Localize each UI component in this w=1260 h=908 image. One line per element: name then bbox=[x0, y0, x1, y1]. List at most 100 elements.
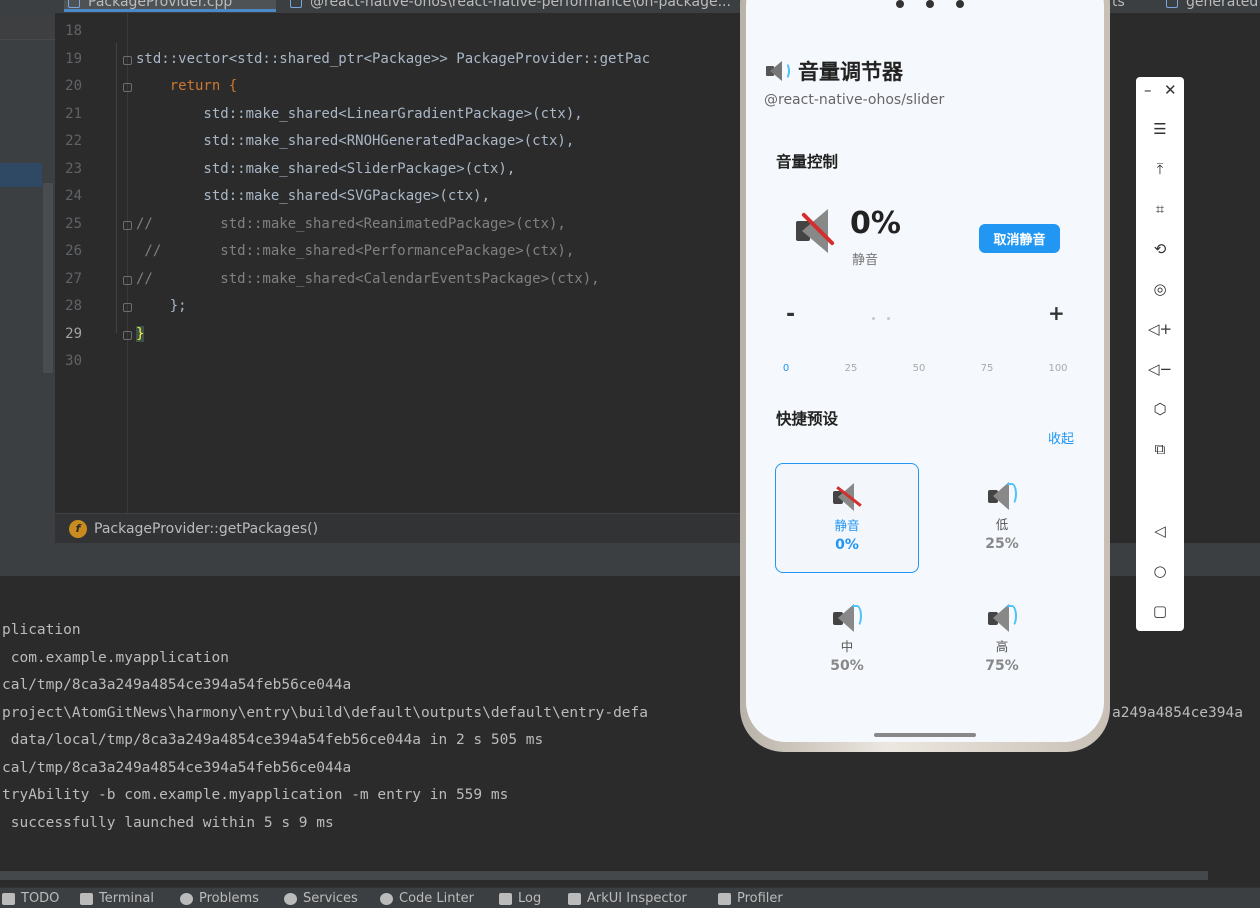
recents-icon[interactable]: ▢ bbox=[1150, 601, 1170, 621]
rotate-icon[interactable]: ⟲ bbox=[1150, 239, 1170, 259]
minimize-icon[interactable]: – bbox=[1144, 81, 1152, 99]
line-gutter: 18 19 20 21 22 23 24 25 26 27 28 29 30 bbox=[55, 13, 132, 513]
menu-icon[interactable]: ☰ bbox=[1150, 119, 1170, 139]
slider-tick: 75 bbox=[980, 363, 994, 374]
fold-icon[interactable] bbox=[123, 276, 132, 285]
console-line: cal/tmp/8ca3a249a4854ce394a54feb56ce044a bbox=[2, 760, 352, 776]
package-file-icon bbox=[290, 0, 302, 8]
home-icon[interactable]: ○ bbox=[1150, 561, 1170, 581]
slider-track[interactable] bbox=[872, 317, 875, 320]
inspector-icon bbox=[568, 892, 581, 905]
emulator-toolbar: – ✕ ☰ ⤒ ⌗ ⟲ ◎ ◁+ ◁− ⬡ ⧉ ◁ ○ ▢ bbox=[1136, 77, 1184, 631]
line-number: 27 bbox=[65, 271, 82, 287]
line-number: 20 bbox=[65, 78, 82, 94]
slider-tick: 50 bbox=[912, 363, 926, 374]
speaker-icon bbox=[830, 603, 864, 633]
fold-icon[interactable] bbox=[123, 303, 132, 312]
line-number: 24 bbox=[65, 188, 82, 204]
camera-dot bbox=[896, 0, 904, 8]
code-text: }; bbox=[136, 298, 187, 314]
camera-dot bbox=[956, 0, 964, 8]
console-line: successfully launched within 5 s 9 ms bbox=[2, 815, 334, 831]
volume-down-icon[interactable]: ◁− bbox=[1148, 359, 1172, 379]
unmute-button[interactable]: 取消静音 bbox=[979, 224, 1060, 253]
comment-text: // std::make_shared<CalendarEventsPackag… bbox=[136, 271, 600, 287]
fold-icon[interactable] bbox=[123, 83, 132, 92]
tab-package-provider[interactable]: PackageProvider.cpp bbox=[64, 0, 276, 12]
comment-text: // std::make_shared<PerformancePackage>(… bbox=[136, 243, 575, 259]
problems-tab[interactable]: Problems bbox=[180, 891, 259, 906]
tab-ts[interactable]: ts bbox=[1112, 0, 1152, 12]
home-indicator[interactable] bbox=[874, 733, 976, 737]
code-line: }; bbox=[136, 298, 187, 314]
preset-high[interactable]: 高 75% bbox=[930, 585, 1074, 695]
line-number: 28 bbox=[65, 298, 82, 314]
code-editor[interactable]: 18 19 20 21 22 23 24 25 26 27 28 29 30 s… bbox=[55, 13, 745, 513]
code-text: std::make_shared<LinearGradientPackage>(… bbox=[136, 106, 583, 122]
console-line: tryAbility -b com.example.myapplication … bbox=[2, 787, 509, 803]
presets-section-title: 快捷预设 bbox=[776, 410, 839, 428]
muted-speaker-icon bbox=[830, 482, 864, 512]
line-number: 29 bbox=[65, 326, 82, 342]
console-line: data/local/tmp/8ca3a249a4854ce394a54feb5… bbox=[2, 732, 544, 748]
close-icon[interactable]: ✕ bbox=[1164, 81, 1177, 99]
project-panel bbox=[0, 13, 55, 543]
fold-icon[interactable] bbox=[123, 331, 132, 340]
back-icon[interactable]: ◁ bbox=[1150, 521, 1170, 541]
function-icon: f bbox=[69, 519, 87, 538]
console-scrollbar[interactable] bbox=[0, 871, 1208, 880]
pin-top-icon[interactable]: ⤒ bbox=[1150, 159, 1170, 179]
screenshot-icon[interactable]: ◎ bbox=[1150, 279, 1170, 299]
code-text: std::make_shared<SliderPackage>(ctx), bbox=[136, 161, 516, 177]
tab-oh-package[interactable]: @react-native-ohos\react-native-performa… bbox=[290, 0, 742, 12]
tool-window-bar: TODO Terminal Problems Services Code Lin… bbox=[0, 887, 1260, 908]
project-row-selected[interactable] bbox=[0, 163, 42, 187]
log-tab[interactable]: Log bbox=[499, 891, 541, 906]
slider-thumb[interactable] bbox=[887, 317, 890, 320]
terminal-tab[interactable]: Terminal bbox=[80, 891, 154, 906]
log-icon bbox=[499, 892, 512, 905]
speaker-icon bbox=[985, 603, 1019, 633]
volume-down-button[interactable]: - bbox=[786, 302, 795, 327]
preset-mute[interactable]: 静音 0% bbox=[775, 463, 919, 573]
console-line: plication bbox=[2, 622, 81, 638]
line-number: 25 bbox=[65, 216, 82, 232]
profiler-tab[interactable]: Profiler bbox=[718, 891, 783, 906]
breadcrumb-label: PackageProvider::getPackages() bbox=[94, 520, 319, 537]
line-number: 26 bbox=[65, 243, 82, 259]
app-title: 音量调节器 bbox=[764, 56, 903, 86]
device-screen[interactable]: 音量调节器 @react-native-ohos/slider 音量控制 0% … bbox=[746, 0, 1104, 742]
console-line: com.example.myapplication bbox=[2, 650, 229, 666]
todo-tab[interactable]: TODO bbox=[2, 891, 59, 906]
device-frame: 音量调节器 @react-native-ohos/slider 音量控制 0% … bbox=[740, 0, 1110, 752]
code-line: return { bbox=[136, 78, 237, 94]
code-line: // std::make_shared<CalendarEventsPackag… bbox=[136, 271, 600, 287]
code-line: std::make_shared<LinearGradientPackage>(… bbox=[136, 106, 583, 122]
tab-generated[interactable]: generated bbox=[1166, 0, 1260, 12]
todo-icon bbox=[2, 892, 15, 905]
arkui-inspector-tab[interactable]: ArkUI Inspector bbox=[568, 891, 687, 906]
breadcrumb[interactable]: f PackageProvider::getPackages() bbox=[55, 513, 745, 543]
line-number: 19 bbox=[65, 51, 82, 67]
shake-icon[interactable]: ⬡ bbox=[1150, 399, 1170, 419]
project-row[interactable] bbox=[0, 16, 55, 40]
services-icon bbox=[284, 892, 297, 905]
line-number: 30 bbox=[65, 353, 82, 369]
code-linter-tab[interactable]: Code Linter bbox=[380, 891, 474, 906]
volume-up-button[interactable]: + bbox=[1048, 301, 1065, 325]
fold-icon[interactable] bbox=[123, 56, 132, 65]
collapse-link[interactable]: 收起 bbox=[1048, 428, 1074, 447]
volume-up-icon[interactable]: ◁+ bbox=[1148, 319, 1172, 339]
ts-file-icon bbox=[1166, 0, 1178, 8]
project-scrollbar[interactable] bbox=[43, 183, 53, 373]
code-line: std::make_shared<SVGPackage>(ctx), bbox=[136, 188, 490, 204]
crop-icon[interactable]: ⌗ bbox=[1150, 199, 1170, 219]
multi-screen-icon[interactable]: ⧉ bbox=[1150, 439, 1170, 459]
code-text: std::vector<std::shared_ptr<Package>> Pa… bbox=[136, 51, 651, 67]
fold-icon[interactable] bbox=[123, 221, 132, 230]
services-tab[interactable]: Services bbox=[284, 891, 358, 906]
preset-medium[interactable]: 中 50% bbox=[775, 585, 919, 695]
code-line: // std::make_shared<ReanimatedPackage>(c… bbox=[136, 216, 566, 232]
volume-section-title: 音量控制 bbox=[776, 153, 839, 171]
preset-low[interactable]: 低 25% bbox=[930, 463, 1074, 573]
